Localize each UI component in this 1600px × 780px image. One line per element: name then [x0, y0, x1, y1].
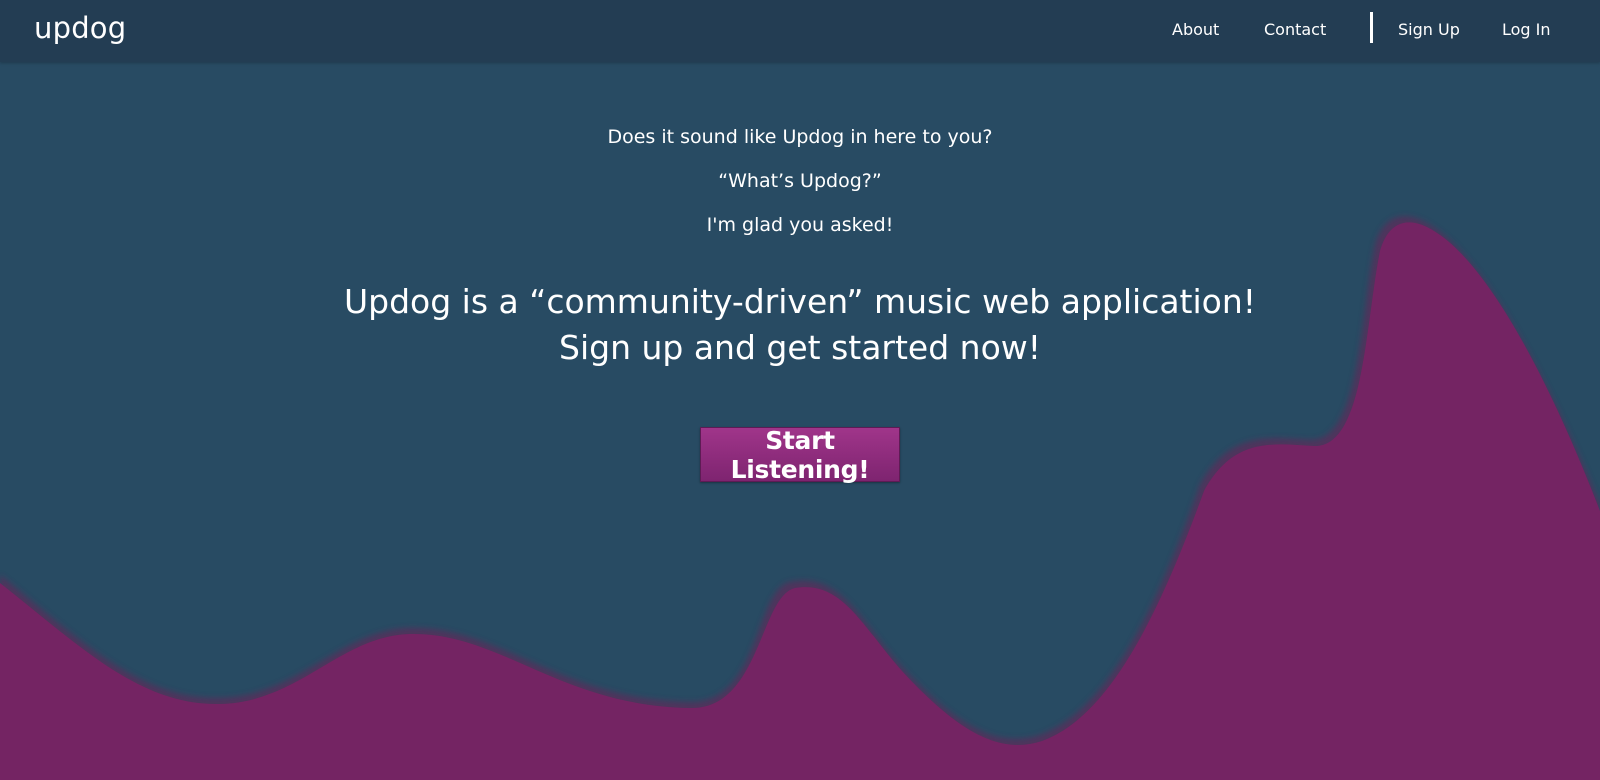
intro-line-1: Does it sound like Updog in here to you? — [607, 126, 993, 148]
start-listening-button[interactable]: Start Listening! — [700, 426, 900, 484]
headline-line-2: Sign up and get started now! — [559, 328, 1041, 367]
nav-link-contact[interactable]: Contact — [1264, 20, 1326, 39]
top-navbar: updog About Contact Sign Up Log In — [0, 0, 1600, 62]
intro-line-2: “What’s Updog?” — [718, 170, 882, 192]
brand-logo-link[interactable]: updog — [34, 11, 126, 45]
headline-line-1: Updog is a “community-driven” music web … — [343, 282, 1256, 321]
nav-link-log-in[interactable]: Log In — [1502, 20, 1551, 39]
sound-wave-graphic — [0, 216, 1600, 780]
nav-link-sign-up[interactable]: Sign Up — [1398, 20, 1460, 39]
intro-line-3: I'm glad you asked! — [706, 214, 894, 236]
nav-link-about[interactable]: About — [1172, 20, 1219, 39]
nav-divider — [1370, 12, 1373, 43]
